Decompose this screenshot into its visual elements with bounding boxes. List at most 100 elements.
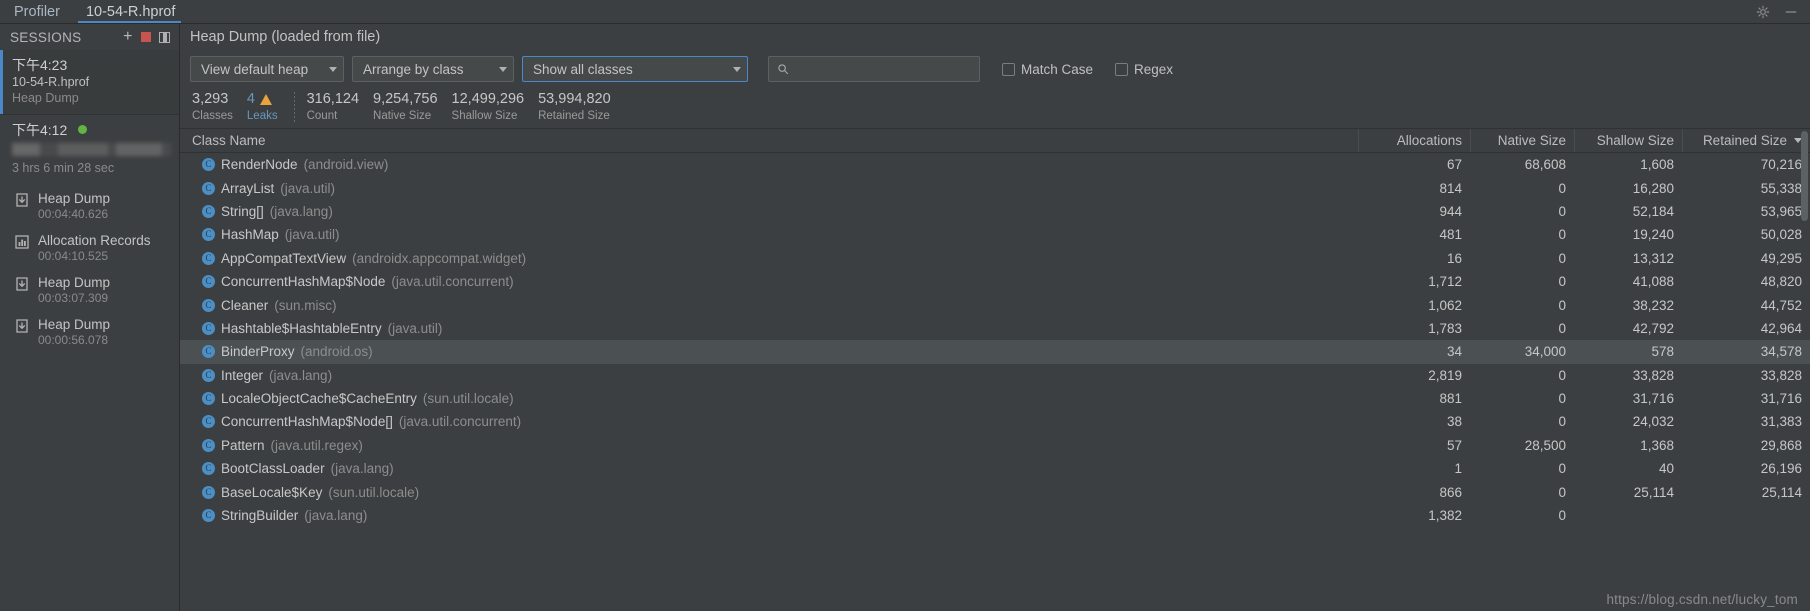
regex-checkbox[interactable] xyxy=(1115,62,1129,76)
column-header-class-name[interactable]: Class Name xyxy=(180,129,1358,152)
table-row[interactable]: C BaseLocale$Key (sun.util.locale) 866 0 25,1… xyxy=(180,480,1810,503)
table-scrollbar-thumb[interactable] xyxy=(1801,131,1808,221)
heap-select-dropdown[interactable]: View default heap xyxy=(190,56,344,82)
session-item-live[interactable]: 下午4:12 3 hrs 6 min 28 sec xyxy=(0,115,179,183)
match-case-label: Match Case xyxy=(1021,61,1094,77)
class-package-text: (java.lang) xyxy=(269,203,333,219)
cell-allocations: 1,062 xyxy=(1428,297,1462,313)
stop-icon xyxy=(141,32,151,42)
cell-class-name: C Hashtable$HashtableEntry (java.util) xyxy=(180,321,1358,336)
capture-item-heap-dump-3[interactable]: Heap Dump 00:00:56.078 xyxy=(0,309,179,351)
cell-shallow-size: 19,240 xyxy=(1632,227,1674,243)
table-row[interactable]: C ArrayList (java.util) 814 0 16,280 55,338 xyxy=(180,176,1810,199)
cell-shallow-size: 25,114 xyxy=(1633,484,1674,500)
class-icon: C xyxy=(202,204,215,218)
column-header-shallow-size-label: Shallow Size xyxy=(1596,133,1674,148)
class-name-text: RenderNode xyxy=(221,157,298,173)
class-icon: C xyxy=(202,158,215,172)
stat-count: 316,124 Count xyxy=(307,90,373,124)
class-icon: C xyxy=(202,485,215,499)
class-name-text: ConcurrentHashMap$Node[] xyxy=(221,414,393,430)
toggle-sessions-panel-button[interactable] xyxy=(155,28,173,46)
cell-shallow-size: 1,608 xyxy=(1640,157,1674,173)
cell-retained-size: 29,868 xyxy=(1760,437,1802,453)
cell-native-size: 34,000 xyxy=(1524,344,1566,360)
tab-hprof-file[interactable]: 10-54-R.hprof xyxy=(72,0,187,23)
table-row[interactable]: C RenderNode (android.view) 67 68,608 1,608 70… xyxy=(180,153,1810,176)
table-row[interactable]: C Pattern (java.util.regex) 57 28,500 1,368 29… xyxy=(180,434,1810,457)
session-item-hprof[interactable]: 下午4:23 10-54-R.hprof Heap Dump xyxy=(0,50,179,114)
session-duration: 3 hrs 6 min 28 sec xyxy=(12,161,115,175)
cell-native-size: 28,500 xyxy=(1524,437,1566,453)
table-row[interactable]: C ConcurrentHashMap$Node (java.util.concur… xyxy=(180,270,1810,293)
column-header-native-size[interactable]: Native Size xyxy=(1470,129,1574,152)
chevron-down-icon xyxy=(733,66,741,72)
table-row[interactable]: C LocaleObjectCache$CacheEntry (sun.util.l… xyxy=(180,387,1810,410)
match-case-checkbox-wrap[interactable]: Match Case xyxy=(1002,62,1093,77)
table-row[interactable]: C Hashtable$HashtableEntry (java.util) 1,78… xyxy=(180,317,1810,340)
search-box[interactable] xyxy=(768,56,980,82)
add-session-button[interactable]: + xyxy=(119,28,137,46)
class-package-text: (java.lang) xyxy=(330,461,394,477)
cell-shallow-size: 33,828 xyxy=(1632,367,1674,383)
column-header-shallow-size[interactable]: Shallow Size xyxy=(1574,129,1682,152)
table-row[interactable]: C String[] (java.lang) 944 0 52,184 53,965 xyxy=(180,200,1810,223)
class-icon: C xyxy=(202,438,215,452)
cell-class-name: C RenderNode (android.view) xyxy=(180,157,1358,172)
table-row[interactable]: C BootClassLoader (java.lang) 1 0 40 26,196 xyxy=(180,457,1810,480)
cell-allocations: 944 xyxy=(1439,203,1462,219)
class-table-body[interactable]: C RenderNode (android.view) 67 68,608 1,608 70… xyxy=(180,153,1810,611)
window-controls xyxy=(1756,0,1810,23)
arrange-select-label: Arrange by class xyxy=(363,61,464,77)
column-header-retained-size[interactable]: Retained Size xyxy=(1682,129,1810,152)
class-filter-dropdown[interactable]: Show all classes xyxy=(522,56,748,82)
capture-label: Heap Dump xyxy=(38,275,111,290)
class-name-text: HashMap xyxy=(221,227,279,243)
table-row[interactable]: C ConcurrentHashMap$Node[] (java.util.conc… xyxy=(180,410,1810,433)
table-row[interactable]: C HashMap (java.util) 481 0 19,240 50,028 xyxy=(180,223,1810,246)
allocation-records-icon xyxy=(15,235,29,249)
column-header-allocations[interactable]: Allocations xyxy=(1358,129,1470,152)
stat-count-caption: Count xyxy=(306,110,338,122)
gear-icon[interactable] xyxy=(1756,5,1770,19)
stat-native-size: 9,254,756 Native Size xyxy=(373,90,452,124)
table-scrollbar[interactable] xyxy=(1800,129,1809,611)
cell-allocations: 814 xyxy=(1439,180,1462,196)
class-package-text: (java.util) xyxy=(284,227,340,243)
table-row[interactable]: C Integer (java.lang) 2,819 0 33,828 33,828 xyxy=(180,364,1810,387)
cell-shallow-size: 31,716 xyxy=(1632,391,1674,407)
stat-leaks[interactable]: 4 Leaks xyxy=(247,90,292,124)
class-package-text: (java.util) xyxy=(280,180,336,196)
arrange-select-dropdown[interactable]: Arrange by class xyxy=(352,56,514,82)
cell-shallow-size: 40 xyxy=(1658,461,1674,477)
match-case-checkbox[interactable] xyxy=(1002,62,1015,76)
table-row[interactable]: C StringBuilder (java.lang) 1,382 0 xyxy=(180,504,1810,527)
table-row[interactable]: C BinderProxy (android.os) 34 34,000 578 34,57… xyxy=(180,340,1810,364)
tab-profiler[interactable]: Profiler xyxy=(0,0,72,23)
session-device-redacted xyxy=(12,143,171,156)
stop-session-button[interactable] xyxy=(137,28,155,46)
class-name-text: Cleaner xyxy=(221,297,269,313)
table-row[interactable]: C AppCompatTextView (androidx.appcompat.wi… xyxy=(180,247,1810,270)
cell-allocations: 481 xyxy=(1439,227,1462,243)
session-type: Heap Dump xyxy=(12,91,79,105)
stat-retained-size: 53,994,820 Retained Size xyxy=(538,90,625,124)
cell-native-size: 0 xyxy=(1558,297,1566,313)
class-name-text: BaseLocale$Key xyxy=(221,484,323,500)
cell-class-name: C Pattern (java.util.regex) xyxy=(180,438,1358,453)
class-name-text: LocaleObjectCache$CacheEntry xyxy=(221,391,417,407)
table-row[interactable]: C Cleaner (sun.misc) 1,062 0 38,232 44,752 xyxy=(180,293,1810,316)
cell-class-name: C ConcurrentHashMap$Node (java.util.concur… xyxy=(180,274,1358,289)
class-name-text: BootClassLoader xyxy=(221,461,325,477)
cell-allocations: 57 xyxy=(1446,437,1462,453)
cell-retained-size: 33,828 xyxy=(1760,367,1802,383)
minimize-icon[interactable] xyxy=(1784,5,1798,19)
regex-checkbox-wrap[interactable]: Regex xyxy=(1115,62,1173,77)
cell-native-size: 0 xyxy=(1558,203,1566,219)
capture-item-heap-dump-2[interactable]: Heap Dump 00:03:07.309 xyxy=(0,267,179,309)
cell-allocations: 16 xyxy=(1446,250,1462,266)
capture-item-heap-dump-1[interactable]: Heap Dump 00:04:40.626 xyxy=(0,183,179,225)
capture-item-allocation-records[interactable]: Allocation Records 00:04:10.525 xyxy=(0,225,179,267)
cell-allocations: 1 xyxy=(1454,461,1462,477)
cell-allocations: 866 xyxy=(1439,484,1462,500)
